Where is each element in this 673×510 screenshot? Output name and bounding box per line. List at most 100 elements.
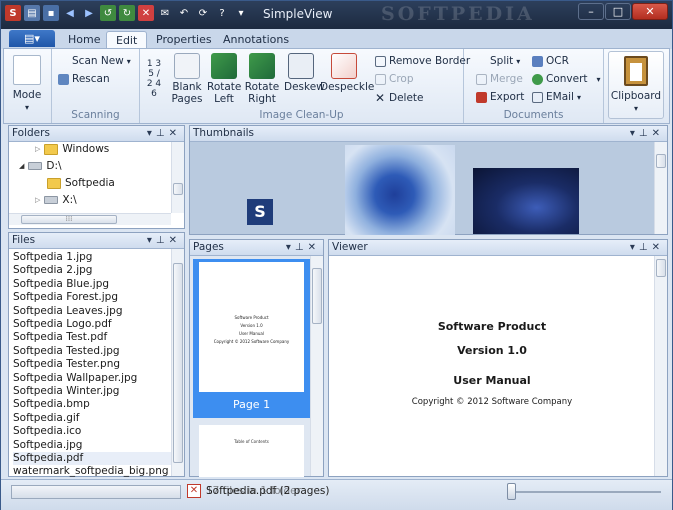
pages-vertical-scrollbar[interactable] <box>310 256 323 476</box>
scroll-thumb[interactable] <box>173 183 183 195</box>
deskew-button[interactable]: Deskew <box>284 53 325 93</box>
file-list-item[interactable]: Softpedia.ico <box>13 425 81 438</box>
folders-horizontal-scrollbar[interactable]: ⁞⁞⁞ <box>9 213 171 225</box>
convert-button[interactable]: Convert ▾ <box>532 73 601 85</box>
file-list-item[interactable]: Softpedia Logo.pdf <box>13 318 112 331</box>
minimize-button[interactable]: – <box>578 3 604 20</box>
email-icon[interactable]: ✉ <box>157 5 173 21</box>
delete-icon[interactable]: ✕ <box>138 5 154 21</box>
email-button[interactable]: EMail ▾ <box>532 91 581 103</box>
despeckle-button[interactable]: Despeckle <box>320 53 374 93</box>
file-list-item[interactable]: Softpedia Test.pdf <box>13 331 107 344</box>
page-1-thumbnail[interactable]: Software Product Version 1.0 User Manual… <box>193 259 310 410</box>
file-list-item[interactable]: Softpedia.bmp <box>13 398 90 411</box>
file-list-item[interactable]: Softpedia Tested.jpg <box>13 345 120 358</box>
tab-home[interactable]: Home <box>59 31 109 49</box>
file-list-item[interactable]: watermark_softpedia_big.png <box>13 465 169 478</box>
rotate-left-button[interactable]: Rotate Left <box>207 53 241 105</box>
rotate-right-icon[interactable]: ↻ <box>119 5 135 21</box>
file-menu-button[interactable]: ▤▾ <box>9 30 55 47</box>
export-button[interactable]: Export <box>476 91 524 103</box>
page-1-line: User Manual <box>239 331 264 336</box>
zoom-slider-thumb[interactable] <box>507 483 516 500</box>
pages-pane-title: Pages <box>193 241 224 253</box>
scroll-thumb[interactable] <box>656 154 666 168</box>
tree-item-x-drive[interactable]: ▷ X:\ <box>35 194 77 206</box>
ocr-button[interactable]: OCR <box>532 55 569 67</box>
scan-icon[interactable]: ▤ <box>24 5 40 21</box>
pane-controls[interactable]: ▾⊥✕ <box>147 233 181 248</box>
page-2-thumbnail[interactable]: Table of Contents <box>199 425 304 477</box>
files-pane-header: Files ▾⊥✕ <box>9 233 184 249</box>
scroll-thumb[interactable] <box>312 268 322 324</box>
file-list-item[interactable]: Softpedia Blue.jpg <box>13 278 109 291</box>
file-list-item[interactable]: Softpedia.jpg <box>13 439 82 452</box>
rotate-left-icon[interactable]: ↺ <box>100 5 116 21</box>
convert-icon <box>532 73 543 85</box>
file-list-item[interactable]: Softpedia Forest.jpg <box>13 291 118 304</box>
file-list-item[interactable]: Softpedia Leaves.jpg <box>13 305 123 318</box>
thumbnails-vertical-scrollbar[interactable] <box>654 142 667 234</box>
customize-icon[interactable]: ▾ <box>233 5 249 21</box>
remove-border-button[interactable]: Remove Border <box>375 55 470 67</box>
folders-vertical-scrollbar[interactable] <box>171 142 184 213</box>
split-button[interactable]: Split ▾ <box>490 55 520 67</box>
page-1-label[interactable]: Page 1 <box>193 392 310 418</box>
save-icon[interactable]: ▪ <box>43 5 59 21</box>
file-list-item[interactable]: Softpedia 2.jpg <box>13 264 92 277</box>
back-icon[interactable]: ◀ <box>62 5 78 21</box>
email-label: EMail <box>546 91 574 103</box>
tree-item-windows[interactable]: ▷ Windows <box>35 143 109 155</box>
crop-icon <box>375 73 386 85</box>
pane-controls[interactable]: ▾⊥✕ <box>286 240 320 255</box>
chevron-down-icon: ▾ <box>576 92 581 102</box>
pane-controls[interactable]: ▾⊥✕ <box>630 240 664 255</box>
zoom-slider-track[interactable] <box>507 491 661 493</box>
file-list-item[interactable]: Softpedia.pdf <box>13 452 171 466</box>
file-list-item[interactable]: Softpedia Wallpaper.jpg <box>13 372 137 385</box>
rotate-right-button[interactable]: Rotate Right <box>244 53 280 105</box>
scroll-thumb[interactable] <box>173 263 183 463</box>
scroll-thumb[interactable]: ⁞⁞⁞ <box>21 215 117 224</box>
help-icon[interactable]: ? <box>214 5 230 21</box>
blank-pages-button[interactable]: Blank Pages <box>170 53 204 105</box>
softpedia-logo-thumbnail[interactable]: S <box>247 199 273 225</box>
forward-icon[interactable]: ▶ <box>81 5 97 21</box>
tab-properties[interactable]: Properties <box>147 31 221 49</box>
chevron-down-icon: ▾ <box>516 56 521 66</box>
refresh-icon[interactable]: ⟳ <box>195 5 211 21</box>
scroll-thumb[interactable] <box>656 259 666 277</box>
file-list-item[interactable]: Softpedia Winter.jpg <box>13 385 119 398</box>
app-icon[interactable]: S <box>5 5 21 21</box>
undo-icon[interactable]: ↶ <box>176 5 192 21</box>
viewer-vertical-scrollbar[interactable] <box>654 256 667 476</box>
image-cleanup-group: 1 3 5 / 2 4 6 Blank Pages Rotate Left Ro… <box>140 49 470 123</box>
viewer-pane-title: Viewer <box>332 241 368 253</box>
ocr-icon <box>532 55 543 67</box>
file-list-item[interactable]: Softpedia.gif <box>13 412 79 425</box>
softpedia-art-thumbnail[interactable] <box>345 145 455 235</box>
file-list-item[interactable]: Softpedia 1.jpg <box>13 251 92 264</box>
mode-button[interactable]: Mode ▾ <box>9 55 45 114</box>
clipboard-button[interactable]: Clipboard ▾ <box>608 51 664 119</box>
status-text: Softpedia.pdf (2 pages) <box>206 485 330 497</box>
pane-controls[interactable]: ▾⊥✕ <box>147 126 181 141</box>
viewer-pane-header: Viewer ▾⊥✕ <box>329 240 667 256</box>
tree-item-softpedia[interactable]: Softpedia <box>47 177 115 189</box>
tree-item-d-drive[interactable]: ◢ D:\ <box>19 160 62 172</box>
tab-edit[interactable]: Edit <box>106 31 148 49</box>
maximize-button[interactable]: □ <box>605 3 631 20</box>
mode-icon <box>13 55 41 85</box>
softpedia-wallpaper-thumbnail[interactable] <box>473 168 579 234</box>
delete-button[interactable]: ✕ Delete <box>375 91 424 105</box>
merge-button[interactable]: Merge <box>476 73 523 85</box>
tab-annotations[interactable]: Annotations <box>214 31 298 49</box>
file-list-item[interactable]: Softpedia Tester.png <box>13 358 120 371</box>
files-vertical-scrollbar[interactable] <box>171 249 184 476</box>
close-button[interactable]: ✕ <box>632 3 668 20</box>
crop-button[interactable]: Crop <box>375 73 414 85</box>
title-bar: S ▤ ▪ ◀ ▶ ↺ ↻ ✕ ✉ ↶ ⟳ ? ▾ SimpleView SOF… <box>1 1 672 29</box>
pane-controls[interactable]: ▾⊥✕ <box>630 126 664 141</box>
scan-new-button[interactable]: Scan New ▾ <box>72 55 131 67</box>
rescan-button[interactable]: Rescan <box>58 73 110 85</box>
